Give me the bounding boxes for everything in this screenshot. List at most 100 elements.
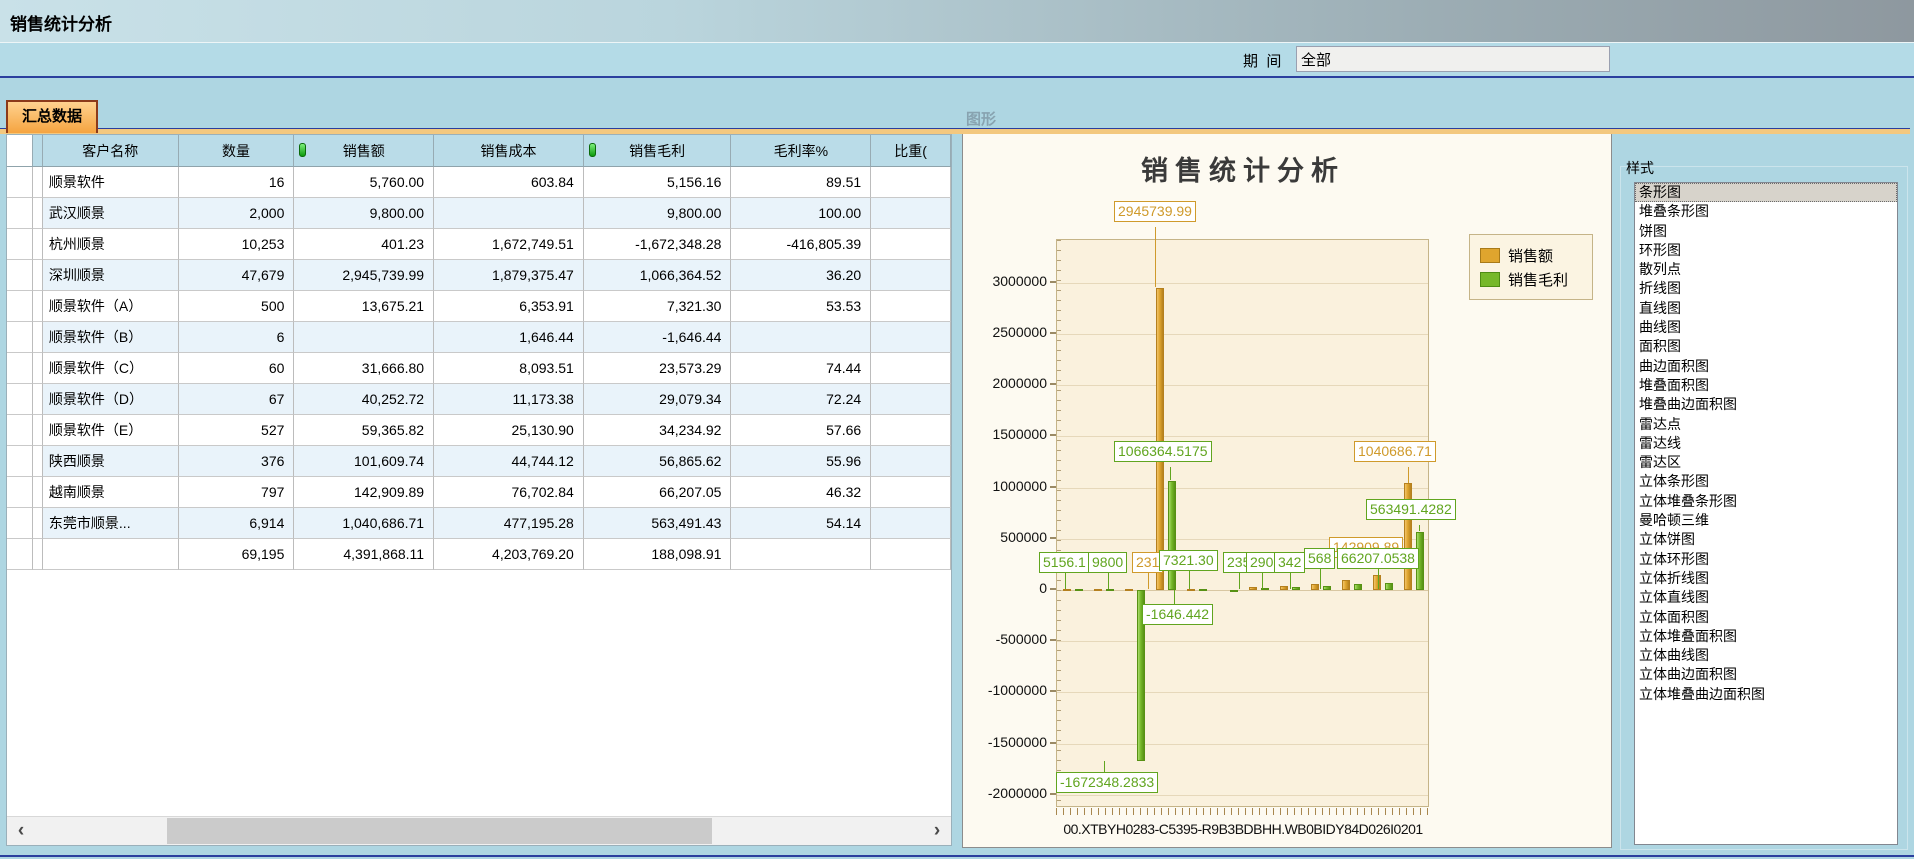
cell[interactable] <box>434 198 584 229</box>
table-row[interactable]: 东莞市顺景...6,9141,040,686.71477,195.28563,4… <box>7 508 951 539</box>
table-row[interactable]: 69,1954,391,868.114,203,769.20188,098.91 <box>7 539 951 570</box>
style-list-item[interactable]: 立体饼图 <box>1635 530 1897 549</box>
style-list-item[interactable]: 曲边面积图 <box>1635 357 1897 376</box>
cell[interactable]: 越南顺景 <box>43 477 179 508</box>
cell[interactable]: 46.32 <box>731 477 871 508</box>
scroll-right-button[interactable]: › <box>923 817 951 845</box>
cell[interactable]: 477,195.28 <box>434 508 584 539</box>
cell[interactable] <box>43 539 179 570</box>
cell[interactable]: 5,156.16 <box>584 167 732 198</box>
style-list-item[interactable]: 立体直线图 <box>1635 588 1897 607</box>
cell[interactable]: 1,066,364.52 <box>584 260 732 291</box>
cell[interactable]: 23,573.29 <box>584 353 732 384</box>
cell[interactable] <box>871 322 951 353</box>
cell[interactable]: 1,040,686.71 <box>294 508 434 539</box>
row-selector-cell[interactable] <box>7 260 33 291</box>
cell[interactable] <box>294 322 434 353</box>
horizontal-scrollbar[interactable]: ‹ › <box>7 816 951 845</box>
style-list-item[interactable]: 直线图 <box>1635 299 1897 318</box>
cell[interactable] <box>731 539 871 570</box>
cell[interactable]: 188,098.91 <box>584 539 732 570</box>
cell[interactable]: 1,672,749.51 <box>434 229 584 260</box>
cell[interactable]: 142,909.89 <box>294 477 434 508</box>
header-cell[interactable]: 客户名称 <box>43 135 179 167</box>
style-list-item[interactable]: 立体堆叠曲边面积图 <box>1635 685 1897 704</box>
row-selector-cell[interactable] <box>7 229 33 260</box>
cell[interactable]: 4,391,868.11 <box>294 539 434 570</box>
style-list-item[interactable]: 立体环形图 <box>1635 550 1897 569</box>
cell[interactable]: 顺景软件（C） <box>43 353 179 384</box>
cell[interactable] <box>871 384 951 415</box>
cell[interactable]: 797 <box>179 477 295 508</box>
cell[interactable]: 76,702.84 <box>434 477 584 508</box>
row-selector-cell[interactable] <box>7 415 33 446</box>
cell[interactable] <box>871 477 951 508</box>
cell[interactable]: 顺景软件（D） <box>43 384 179 415</box>
tab-summary-data[interactable]: 汇总数据 <box>6 100 98 133</box>
cell[interactable]: 1,646.44 <box>434 322 584 353</box>
table-row[interactable]: 深圳顺景47,6792,945,739.991,879,375.471,066,… <box>7 260 951 291</box>
cell[interactable]: 527 <box>179 415 295 446</box>
cell[interactable] <box>871 167 951 198</box>
cell[interactable]: 57.66 <box>731 415 871 446</box>
cell[interactable]: 66,207.05 <box>584 477 732 508</box>
style-list-item[interactable]: 散列点 <box>1635 260 1897 279</box>
cell[interactable]: 9,800.00 <box>584 198 732 229</box>
header-cell[interactable]: 比重( <box>871 135 951 167</box>
cell[interactable] <box>871 198 951 229</box>
cell[interactable]: 陕西顺景 <box>43 446 179 477</box>
cell[interactable]: 6,914 <box>179 508 295 539</box>
header-cell[interactable]: 毛利率% <box>731 135 871 167</box>
scroll-thumb[interactable] <box>167 818 712 844</box>
cell[interactable]: 5,760.00 <box>294 167 434 198</box>
style-list-item[interactable]: 雷达线 <box>1635 434 1897 453</box>
cell[interactable]: 顺景软件 <box>43 167 179 198</box>
scroll-left-button[interactable]: ‹ <box>7 817 35 845</box>
row-selector-cell[interactable] <box>7 167 33 198</box>
cell[interactable]: 69,195 <box>179 539 295 570</box>
cell[interactable]: 74.44 <box>731 353 871 384</box>
cell[interactable] <box>731 322 871 353</box>
row-selector-cell[interactable] <box>7 446 33 477</box>
cell[interactable]: 25,130.90 <box>434 415 584 446</box>
table-row[interactable]: 武汉顺景2,0009,800.009,800.00100.00 <box>7 198 951 229</box>
cell[interactable] <box>871 229 951 260</box>
cell[interactable]: 34,234.92 <box>584 415 732 446</box>
row-selector-cell[interactable] <box>7 477 33 508</box>
row-selector-cell[interactable] <box>7 353 33 384</box>
cell[interactable]: 53.53 <box>731 291 871 322</box>
header-cell[interactable]: 数量 <box>179 135 295 167</box>
row-selector-cell[interactable] <box>7 508 33 539</box>
style-list-item[interactable]: 雷达区 <box>1635 453 1897 472</box>
header-cell[interactable]: 销售额 <box>294 135 434 167</box>
cell[interactable]: 67 <box>179 384 295 415</box>
cell[interactable]: 603.84 <box>434 167 584 198</box>
cell[interactable]: 6,353.91 <box>434 291 584 322</box>
cell[interactable]: 顺景软件（E） <box>43 415 179 446</box>
cell[interactable]: 1,879,375.47 <box>434 260 584 291</box>
table-row[interactable]: 顺景软件（B）61,646.44-1,646.44 <box>7 322 951 353</box>
cell[interactable]: 杭州顺景 <box>43 229 179 260</box>
style-list-item[interactable]: 立体堆叠面积图 <box>1635 627 1897 646</box>
table-row[interactable]: 陕西顺景376101,609.7444,744.1256,865.6255.96 <box>7 446 951 477</box>
cell[interactable]: 13,675.21 <box>294 291 434 322</box>
style-list-item[interactable]: 堆叠曲边面积图 <box>1635 395 1897 414</box>
style-list-item[interactable]: 堆叠面积图 <box>1635 376 1897 395</box>
cell[interactable]: 101,609.74 <box>294 446 434 477</box>
cell[interactable]: 89.51 <box>731 167 871 198</box>
table-row[interactable]: 顺景软件（E）52759,365.8225,130.9034,234.9257.… <box>7 415 951 446</box>
cell[interactable] <box>871 446 951 477</box>
cell[interactable]: 36.20 <box>731 260 871 291</box>
cell[interactable]: 29,079.34 <box>584 384 732 415</box>
row-selector-cell[interactable] <box>7 198 33 229</box>
cell[interactable]: 16 <box>179 167 295 198</box>
style-list-item[interactable]: 立体曲线图 <box>1635 646 1897 665</box>
row-selector-cell[interactable] <box>7 539 33 570</box>
cell[interactable]: 56,865.62 <box>584 446 732 477</box>
table-row[interactable]: 顺景软件（D）6740,252.7211,173.3829,079.3472.2… <box>7 384 951 415</box>
row-selector-cell[interactable] <box>7 291 33 322</box>
table-row[interactable]: 顺景软件165,760.00603.845,156.1689.51 <box>7 167 951 198</box>
cell[interactable] <box>871 415 951 446</box>
cell[interactable]: 54.14 <box>731 508 871 539</box>
table-row[interactable]: 越南顺景797142,909.8976,702.8466,207.0546.32 <box>7 477 951 508</box>
